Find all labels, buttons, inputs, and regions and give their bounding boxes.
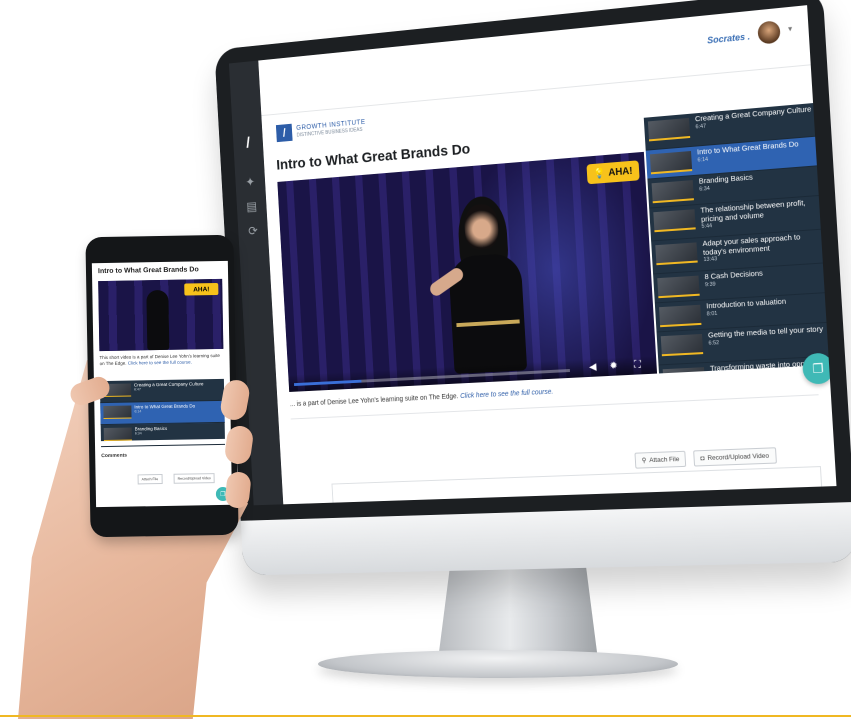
playlist: Creating a Great Company Culture 6:47 Intr… [643,102,837,374]
chat-bubble-icon[interactable]: ❐ [801,352,835,385]
video-caption: ... is a part of Denise Lee Yohn's learn… [290,389,554,408]
caption-text: ... is a part of Denise Lee Yohn's learn… [289,393,461,409]
playlist-thumbnail [649,150,693,175]
aha-badge-label: AHA! [608,165,633,179]
comment-input[interactable] [331,466,825,506]
phone-attach-button[interactable]: Attach File [137,474,163,485]
gear-icon[interactable]: ✹ [609,361,618,373]
playlist-thumbnail [651,180,694,204]
phone-playlist-thumbnail [103,405,132,420]
phone-record-button[interactable]: Record/Upload Video [173,473,215,484]
refresh-icon[interactable]: ⟳ [246,223,261,239]
attach-file-button[interactable]: ⚲ Attach File [634,450,687,469]
playlist-thumbnail [653,209,696,233]
document-icon[interactable]: ▤ [244,199,259,215]
playlist-thumbnail [657,275,700,299]
phone-caption: This short video is a part of Denise Lee… [99,353,223,367]
phone-playlist-thumbnail [103,427,132,442]
top-bar: Socrates . ▾ [258,5,811,117]
phone-comments-label: Comments [101,452,128,460]
record-upload-label: Record/Upload Video [707,452,770,462]
phone-playlist-item[interactable]: Intro to What Great Brands Do 6:14 [100,400,225,426]
app-logo-icon[interactable]: / [240,135,257,153]
lightbulb-icon: 💡 [593,167,606,180]
camera-icon: ◘ [700,454,705,462]
avatar[interactable] [757,20,781,45]
playlist-thumbnail [660,333,704,357]
phone-full-course-link[interactable]: Click here to see the full course. [128,359,192,365]
lightbulb-icon[interactable]: ✦ [243,174,258,190]
video-player[interactable]: 💡 AHA! ◀ ✹ ⛶ [277,151,658,392]
phone-aha-badge: AHA! [184,283,219,296]
phone-page-title: Intro to What Great Brands Do [97,266,199,276]
gold-accent-line [0,715,851,717]
phone-screen: Intro to What Great Brands Do AHA! This … [91,260,233,508]
brand-mark-icon: / [275,123,293,143]
playlist-thumbnail [647,117,691,142]
phone-video-player[interactable]: AHA! [98,278,224,352]
desktop-screen: / ✦ ▤ ⟳ Socrates . ▾ / GROWTH INSTITUTE … [228,5,837,506]
phone-playlist: Creating a Great Company Culture 6:47 Intr… [99,378,226,448]
video-progress-track[interactable] [293,369,570,387]
volume-icon[interactable]: ◀ [589,362,597,374]
brand-logo[interactable]: / GROWTH INSTITUTE DISTINCTIVE BUSINESS … [275,115,366,144]
video-progress-fill [293,379,362,387]
fullscreen-icon[interactable]: ⛶ [634,359,642,371]
phone-playlist-item[interactable]: Branding Basics 6:34 [100,422,226,448]
attach-file-label: Attach File [649,455,680,464]
paperclip-icon: ⚲ [641,457,647,465]
speaker-head [463,203,500,251]
playlist-thumbnail [655,242,698,266]
full-course-link[interactable]: Click here to see the full course. [460,389,553,400]
aha-badge: 💡 AHA! [586,160,640,185]
phone-speaker [146,289,170,351]
phone-playlist-item[interactable]: Creating a Great Company Culture 6:47 [99,378,225,404]
monitor-chin [240,502,851,576]
playlist-thumbnail [662,367,706,374]
playlist-thumbnail [658,304,702,328]
monitor: / ✦ ▤ ⟳ Socrates . ▾ / GROWTH INSTITUTE … [214,0,851,576]
record-upload-button[interactable]: ◘ Record/Upload Video [693,447,777,467]
user-name[interactable]: Socrates . [707,31,750,45]
chevron-down-icon[interactable]: ▾ [788,24,793,34]
